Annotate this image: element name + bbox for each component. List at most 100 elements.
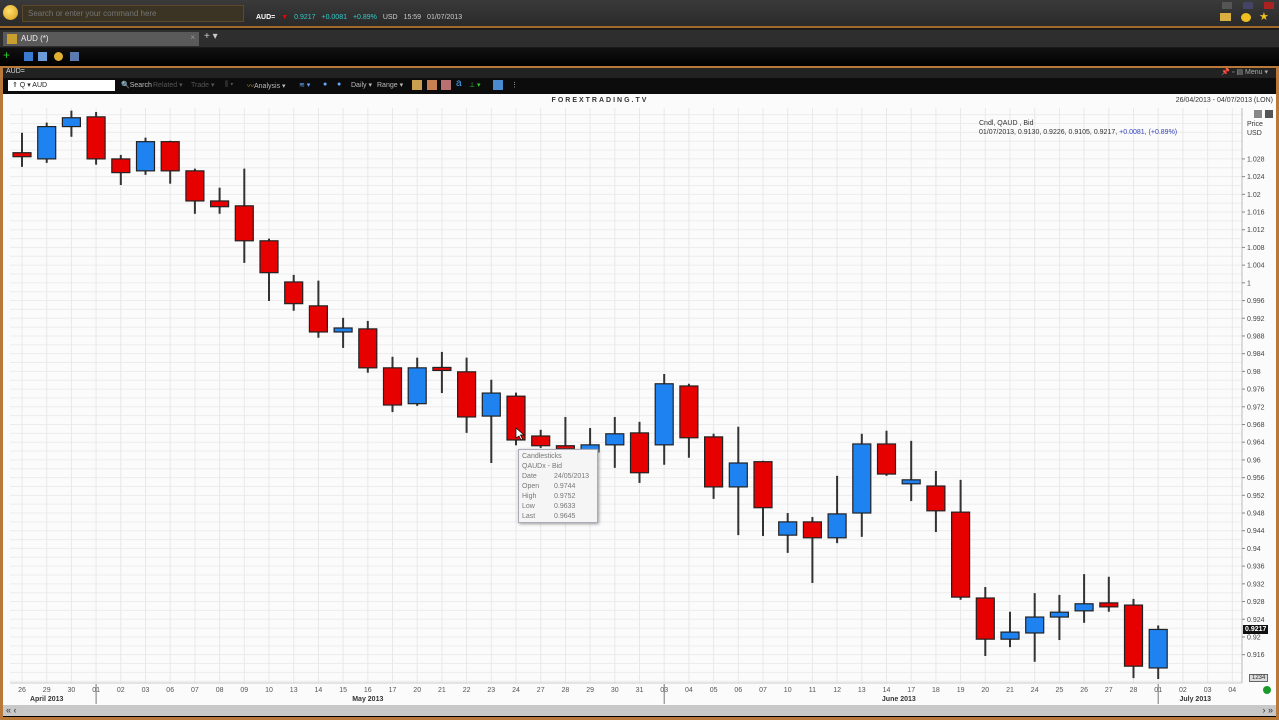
x-tick-label: 03 [1204, 687, 1212, 694]
candle-body [234, 205, 254, 242]
x-tick-label: 27 [537, 687, 545, 694]
candle-body [852, 443, 872, 514]
x-tick-label: 14 [883, 687, 891, 694]
x-tick-label: 11 [809, 687, 816, 694]
tooltip-series: QAUDx - Bid [522, 463, 563, 470]
candle-body [679, 385, 699, 439]
y-tick-label: 0.924 [1247, 617, 1265, 624]
candle-body [333, 327, 353, 333]
x-tick-label: 24 [1031, 687, 1039, 694]
tooltip-value: 0.9633 [554, 503, 576, 510]
x-tick-label: 05 [710, 687, 718, 694]
tooltip-key: Last [522, 513, 536, 520]
chart-settings-icon[interactable] [1254, 110, 1262, 118]
x-tick-label: 31 [636, 687, 644, 694]
x-tick-label: 08 [216, 687, 224, 694]
candle-body [259, 240, 279, 274]
x-tick-label: 30 [68, 687, 76, 694]
tooltip-row: Last 0.9645 [522, 512, 594, 522]
x-tick-label: 07 [759, 687, 767, 694]
candle-body [1099, 602, 1119, 608]
legend-change: +0.0081, (+0.89%) [1119, 129, 1178, 136]
page-box[interactable]: 1234 [1249, 674, 1269, 682]
candle-body [210, 200, 230, 208]
x-tick-label: 13 [858, 687, 866, 694]
candle-body [358, 328, 378, 369]
x-tick-label: 28 [562, 687, 570, 694]
candle-body [1074, 603, 1094, 612]
scroll-right-icon[interactable]: › » [1262, 705, 1273, 715]
y-tick-label: 0.936 [1247, 564, 1265, 571]
y-tick-label: 0.992 [1247, 316, 1265, 323]
candle-body [1123, 604, 1144, 667]
y-tick-label: 1.008 [1247, 245, 1265, 252]
legend-series: Cndl, QAUD , Bid [979, 120, 1034, 127]
candle-body [284, 281, 304, 305]
candle-body [308, 305, 328, 333]
y-tick-label: 1.012 [1247, 227, 1265, 234]
month-label: July 2013 [1179, 696, 1211, 703]
horizontal-scrollbar[interactable]: « ‹ › » [3, 705, 1276, 716]
y-tick-label: 0.916 [1247, 652, 1265, 659]
x-tick-label: 19 [957, 687, 965, 694]
candle-body [1049, 611, 1070, 618]
x-tick-label: 02 [117, 687, 125, 694]
x-tick-label: 10 [265, 687, 273, 694]
y-tick-label: 0.944 [1247, 528, 1265, 535]
candle-body [1148, 628, 1168, 669]
y-tick-label: 0.996 [1247, 298, 1265, 305]
tooltip-value: 24/05/2013 [554, 473, 590, 480]
chart-close-icon[interactable] [1265, 110, 1273, 118]
tooltip-key: Open [522, 483, 540, 490]
y-tick-label: 0.952 [1247, 493, 1265, 500]
tooltip-value: 0.9744 [554, 483, 576, 490]
y-tick-label: 0.96 [1247, 457, 1261, 464]
candle-body [86, 116, 106, 160]
candle-body [432, 366, 452, 372]
tooltip-key: Low [522, 503, 535, 510]
status-indicator [1263, 686, 1271, 694]
tooltip-value: 0.9645 [554, 513, 576, 520]
y-tick-label: 0.972 [1247, 404, 1265, 411]
y-tick-label: 0.92 [1247, 634, 1261, 641]
y-tick-label: 1.004 [1247, 263, 1265, 270]
candle-body [703, 436, 724, 488]
scroll-left-icon[interactable]: « ‹ [6, 705, 17, 715]
x-tick-label: 02 [1179, 687, 1187, 694]
x-tick-label: 20 [413, 687, 421, 694]
candle-body [160, 141, 180, 172]
tooltip-row: Open 0.9744 [522, 482, 594, 492]
tooltip-row: Low 0.9633 [522, 502, 594, 512]
candle-body [531, 435, 551, 447]
y-tick-label: 1.02 [1247, 192, 1261, 199]
x-tick-label: 06 [734, 687, 742, 694]
y-axis-title: Price [1247, 121, 1263, 128]
candle-body [901, 479, 921, 485]
y-tick-label: 1 [1247, 280, 1251, 287]
candle-body [753, 461, 773, 509]
x-tick-label: 12 [833, 687, 841, 694]
y-axis-header: Price USD [1247, 120, 1263, 138]
x-tick-label: 28 [1130, 687, 1138, 694]
candle-body [802, 521, 823, 539]
y-tick-label: 0.932 [1247, 581, 1265, 588]
candle-body [728, 462, 748, 488]
x-tick-label: 04 [1228, 687, 1236, 694]
y-axis-unit: USD [1247, 130, 1262, 137]
candle-body [926, 485, 946, 512]
tooltip-row: High 0.9752 [522, 492, 594, 502]
tooltip-row: Date 24/05/2013 [522, 472, 594, 482]
x-tick-label: 20 [981, 687, 989, 694]
candle-body [629, 432, 650, 474]
y-tick-label: 0.968 [1247, 422, 1265, 429]
x-tick-label: 16 [364, 687, 372, 694]
y-tick-label: 0.988 [1247, 333, 1265, 340]
candle-body [481, 392, 501, 417]
y-tick-label: 1.024 [1247, 174, 1265, 181]
x-tick-label: 18 [932, 687, 940, 694]
x-tick-label: 29 [43, 687, 51, 694]
candle-body [407, 367, 427, 405]
tooltip-key: High [522, 493, 537, 500]
x-tick-label: 27 [1105, 687, 1113, 694]
candlestick-chart[interactable]: 1.028 1.024 1.02 1.016 1.012 1.008 1.004 1 0.996… [0, 0, 1279, 720]
